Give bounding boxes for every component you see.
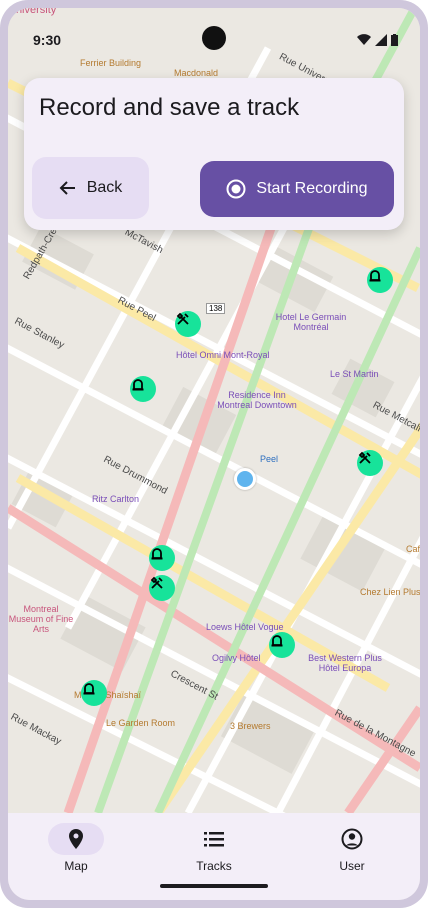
system-icons [357, 34, 398, 46]
alarm-icon [271, 635, 283, 647]
list-icon [204, 832, 224, 847]
record-icon [226, 179, 246, 199]
nav-item-user[interactable]: User [302, 823, 402, 873]
status-bar: 9:30 [8, 8, 420, 50]
poi-omni[interactable]: Hôtel Omni Mont-Royal [176, 350, 270, 360]
tools-icon [358, 451, 371, 464]
tools-icon [176, 312, 189, 325]
poi-museum[interactable]: Montreal Museum of Fine Arts [8, 604, 76, 634]
nav-indicator [48, 823, 104, 855]
phone-screen: University Ferrier Building Macdonald Ru… [8, 8, 420, 900]
tools-icon [150, 576, 163, 589]
poi-loews[interactable]: Loews Hôtel Vogue [206, 622, 284, 632]
tools-marker[interactable] [175, 311, 201, 337]
nav-label-user: User [339, 859, 365, 873]
gesture-handle[interactable] [160, 884, 268, 888]
poi-3-brewers[interactable]: 3 Brewers [230, 721, 271, 731]
back-button[interactable]: Back [32, 157, 149, 219]
alarm-icon [369, 270, 381, 282]
nav-indicator [324, 823, 380, 855]
start-recording-button[interactable]: Start Recording [200, 161, 394, 217]
alarm-marker[interactable] [367, 267, 393, 293]
arrow-back-icon [59, 181, 75, 195]
poi-ritz-carlton[interactable]: Ritz Carlton [92, 494, 139, 504]
tools-marker[interactable] [357, 450, 383, 476]
road-shield: 138 [206, 303, 226, 314]
status-time: 9:30 [33, 32, 62, 48]
alarm-icon [132, 379, 144, 391]
poi-chez-lien[interactable]: Chez Lien Plus [360, 587, 420, 597]
nav-indicator [186, 823, 242, 855]
wifi-icon [357, 34, 371, 45]
poi-best-western[interactable]: Best Western Plus Hôtel Europa [304, 653, 386, 673]
alarm-marker[interactable] [130, 376, 156, 402]
poi-macdonald: Macdonald [174, 68, 219, 78]
nav-label-map: Map [64, 859, 88, 873]
poi-le-germain[interactable]: Hotel Le Germain Montréal [270, 312, 352, 332]
alarm-marker[interactable] [149, 545, 175, 571]
alarm-marker[interactable] [81, 680, 107, 706]
current-location-dot [234, 468, 256, 490]
poi-residence-inn[interactable]: Residence Inn Montreal Downtown [216, 390, 298, 410]
poi-peel-metro[interactable]: Peel [260, 454, 278, 464]
poi-st-martin[interactable]: Le St Martin [330, 369, 379, 379]
start-recording-label: Start Recording [256, 180, 368, 197]
poi-ogilvy[interactable]: Ogilvy Hôtel [212, 653, 261, 663]
account-circle-icon [341, 828, 363, 850]
back-button-label: Back [86, 179, 123, 196]
alarm-marker[interactable] [269, 632, 295, 658]
nav-label-tracks: Tracks [196, 859, 232, 873]
poi-garden-room[interactable]: Le Garden Room [106, 718, 175, 728]
map-pin-icon [69, 829, 83, 849]
nav-item-map[interactable]: Map [26, 823, 126, 873]
battery-icon [391, 34, 398, 46]
tools-marker[interactable] [149, 575, 175, 601]
camera-cutout [202, 26, 226, 50]
alarm-icon [83, 683, 95, 695]
record-track-card: Record and save a track Back Start Recor… [24, 78, 404, 230]
nav-item-tracks[interactable]: Tracks [164, 823, 264, 873]
poi-ferrier-building: Ferrier Building [80, 58, 142, 68]
alarm-icon [151, 548, 163, 560]
card-title: Record and save a track [39, 94, 300, 121]
poi-cafe[interactable]: Caf [406, 544, 420, 554]
signal-icon [375, 34, 387, 46]
